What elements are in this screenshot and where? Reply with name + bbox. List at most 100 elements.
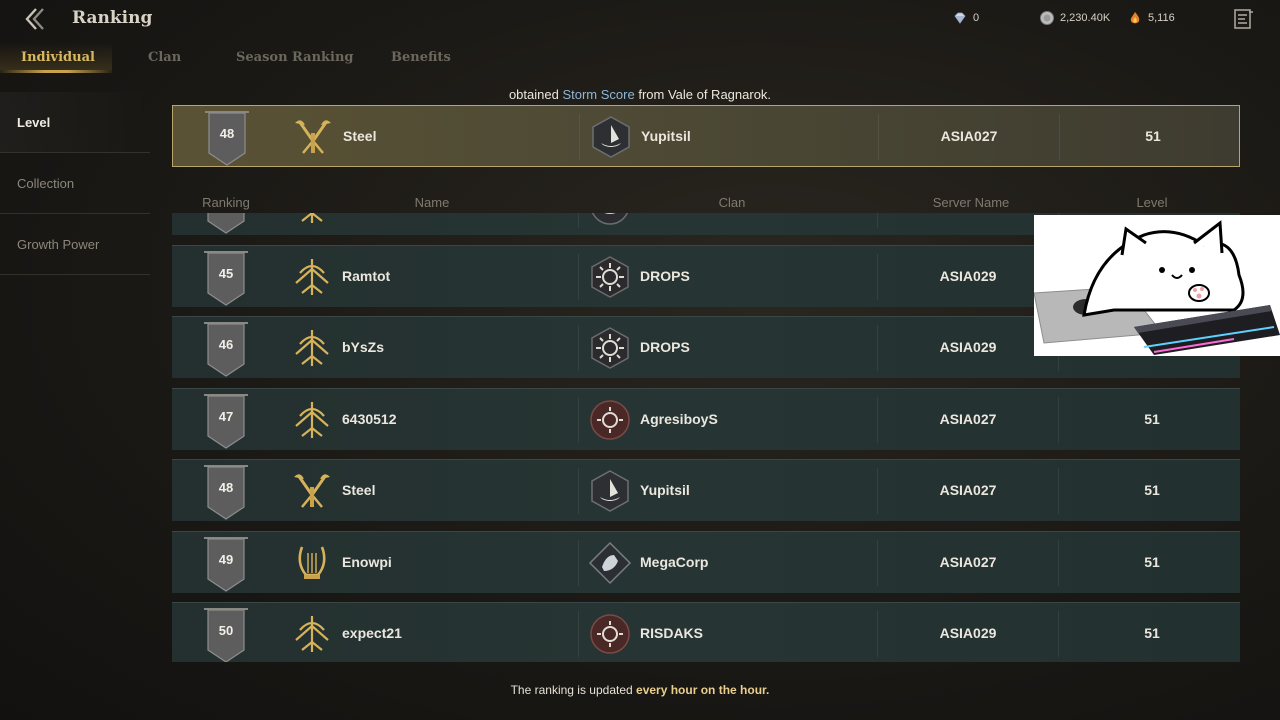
- column-header-ranking: Ranking: [202, 195, 250, 210]
- menu-button[interactable]: [1232, 8, 1254, 30]
- player-name: Steel: [343, 128, 377, 144]
- clan-name: 祈愿: [640, 213, 668, 216]
- red-sun-emblem-icon: [590, 399, 630, 440]
- clan-name: DROPS: [640, 339, 690, 355]
- divider: [578, 468, 579, 514]
- top-bar: Ranking 0 2,230.40K 5,116: [0, 0, 1280, 38]
- flame-gem-currency[interactable]: 5,116: [1128, 11, 1175, 25]
- lyre-icon: [298, 546, 326, 579]
- my-rank-row[interactable]: 48 Steel Yupitsil ASIA027 51: [172, 105, 1240, 167]
- flame-gem-icon: [1130, 12, 1140, 24]
- rank-banner-icon: [207, 213, 245, 234]
- tab-clan[interactable]: Clan: [148, 50, 181, 65]
- rank-number: 47: [218, 408, 234, 424]
- divider: [579, 114, 580, 160]
- table-header: Ranking Name Clan Server Name Level: [172, 189, 1240, 215]
- footer-note: The ranking is updated every hour on the…: [0, 683, 1280, 697]
- player-name: bYsZs: [342, 339, 385, 355]
- rank-number: 48: [219, 126, 235, 141]
- notice-suffix: from Vale of Ragnarok.: [638, 87, 772, 102]
- cat-overlay-picture: [1034, 215, 1280, 356]
- diamond-icon: [954, 12, 966, 24]
- diamond-count: 0: [973, 12, 980, 24]
- clan-name: MegaCorp: [640, 553, 709, 570]
- notice-highlight: Storm Score: [562, 87, 635, 102]
- column-header-name: Name: [414, 195, 450, 210]
- player-name: Ramtot: [342, 267, 391, 284]
- trident-icon: [295, 616, 329, 652]
- page-title: Ranking: [72, 8, 153, 28]
- player-name: expect21: [342, 625, 402, 641]
- player-name: Steel: [342, 482, 376, 498]
- red-sun-emblem-icon: [590, 614, 630, 654]
- rank-number: 45: [218, 265, 234, 281]
- wolf-emblem-icon: [591, 213, 629, 225]
- crossed-axes-icon: [294, 474, 330, 508]
- back-button[interactable]: [22, 6, 48, 32]
- hand-emblem-icon: [588, 541, 632, 584]
- sidebar-item-label: Level: [17, 115, 51, 130]
- divider: [877, 213, 878, 228]
- table-row[interactable]: 47 6430512 AgresiboyS ASIA027 51: [172, 387, 1240, 450]
- table-row[interactable]: 48 Steel Yupitsil ASIA027 51: [172, 459, 1240, 521]
- notice-banner: obtained Storm Score from Vale of Ragnar…: [0, 87, 1280, 102]
- player-level: 51: [1144, 625, 1160, 641]
- server-name: ASIA027: [939, 410, 997, 427]
- cat-at-keyboard-overlay-icon: [1034, 215, 1280, 356]
- table-row[interactable]: 49 Enowpi MegaCorp ASIA027 51: [172, 530, 1240, 593]
- sidebar-item-label: Collection: [17, 176, 75, 191]
- server-name: ASIA029: [939, 625, 997, 641]
- double-chevron-left-icon: [25, 8, 44, 30]
- flame-gem-count: 5,116: [1148, 12, 1175, 24]
- player-level: 51: [1144, 482, 1160, 498]
- tab-bar: Individual Clan Season Ranking Benefits: [0, 40, 1280, 76]
- column-header-level: Level: [1136, 195, 1168, 210]
- player-name: 石霸天: [342, 213, 384, 216]
- player-level: 51: [1144, 410, 1160, 427]
- server-name: ASIA029: [939, 267, 997, 284]
- clan-name: RISDAKS: [640, 625, 704, 641]
- table-row[interactable]: 50 expect21 RISDAKS ASIA029 51: [172, 602, 1240, 662]
- divider: [578, 539, 579, 586]
- diamond-currency[interactable]: 0: [953, 11, 979, 25]
- rank-number: 46: [218, 337, 234, 352]
- player-name: Enowpi: [342, 553, 392, 570]
- longship-emblem-icon: [591, 470, 629, 512]
- trident-icon: [295, 330, 329, 366]
- footer-prefix: The ranking is updated: [510, 683, 633, 697]
- clan-name: DROPS: [640, 267, 690, 284]
- silver-currency[interactable]: 2,230.40K: [1040, 11, 1110, 25]
- player-level: 51: [1145, 128, 1161, 144]
- trident-icon: [301, 213, 323, 223]
- divider: [578, 325, 579, 371]
- clan-name: Yupitsil: [640, 482, 690, 498]
- rank-number: 50: [218, 623, 234, 638]
- player-level: 51: [1144, 553, 1160, 570]
- server-name: ASIA027: [940, 128, 998, 144]
- silver-coin-icon: [1040, 11, 1054, 25]
- menu-exit-icon: [1234, 9, 1253, 29]
- server-name: ASIA027: [939, 482, 997, 498]
- sun-emblem-icon: [591, 255, 629, 298]
- clan-name: Yupitsil: [641, 128, 691, 144]
- rank-number: 48: [218, 480, 234, 495]
- divider: [578, 611, 579, 657]
- server-name: ASIA027: [939, 553, 997, 570]
- sun-emblem-icon: [591, 327, 629, 369]
- tab-individual[interactable]: Individual: [21, 50, 95, 65]
- sidebar-item-collection[interactable]: Collection: [0, 153, 150, 214]
- longship-emblem-icon: [592, 116, 630, 158]
- trident-icon: [295, 258, 329, 295]
- divider: [578, 253, 579, 300]
- column-header-server: Server Name: [932, 195, 1010, 210]
- clan-name: AgresiboyS: [640, 410, 718, 427]
- tab-benefits[interactable]: Benefits: [391, 50, 451, 65]
- footer-highlight: every hour on the hour.: [636, 683, 770, 697]
- tab-season-ranking[interactable]: Season Ranking: [236, 50, 354, 65]
- notice-prefix: obtained: [508, 87, 559, 102]
- silver-count: 2,230.40K: [1060, 12, 1111, 24]
- rank-number: 49: [218, 551, 234, 567]
- divider: [578, 396, 579, 443]
- trident-icon: [295, 401, 329, 438]
- server-name: ASIA029: [939, 339, 997, 355]
